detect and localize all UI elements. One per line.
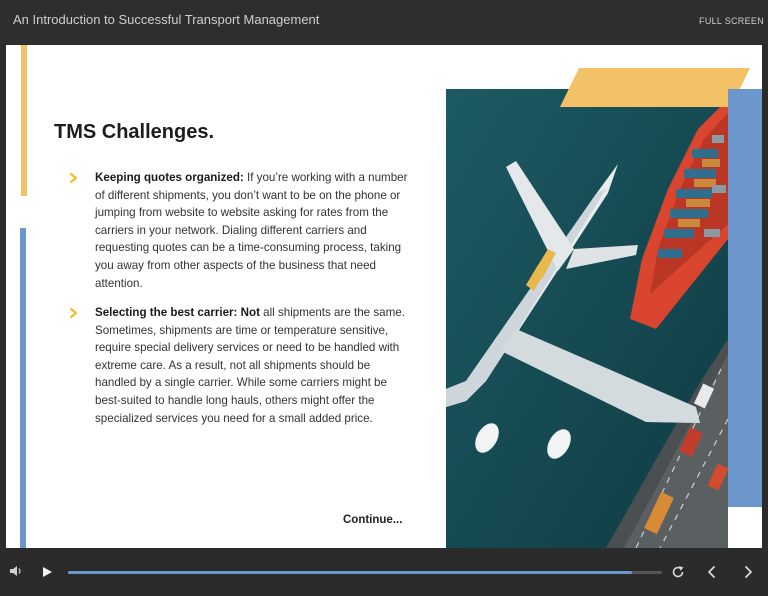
bullet-text: Keeping quotes organized: If you’re work… [95, 169, 408, 292]
volume-icon[interactable] [9, 565, 23, 577]
bullet-lead: Keeping quotes organized: [95, 171, 244, 184]
slide-canvas: TMS Challenges. Keeping quotes organized… [6, 45, 762, 548]
continue-link[interactable]: Continue... [343, 514, 402, 526]
player-controls [0, 548, 768, 596]
title-bar: An Introduction to Successful Transport … [0, 0, 768, 44]
chevron-left-icon[interactable] [706, 565, 718, 579]
decor-bar-yellow-left [21, 45, 27, 196]
slide-heading: TMS Challenges. [54, 121, 215, 143]
decor-bar-blue-right [728, 89, 762, 507]
replay-icon[interactable] [671, 565, 685, 579]
chevron-right-icon [69, 172, 78, 184]
progress-fill [68, 571, 633, 574]
chevron-right-icon[interactable] [742, 565, 754, 579]
bullet-text: Selecting the best carrier: Not all ship… [95, 304, 408, 427]
slide-photo [446, 89, 728, 548]
airplane-ship-illustration [446, 89, 728, 548]
decor-bar-yellow-top [560, 68, 750, 107]
bullet-body: If you’re working with a number of diffe… [95, 171, 408, 290]
progress-bar[interactable] [68, 571, 662, 574]
bullet-lead: Selecting the best carrier: Not [95, 306, 260, 319]
decor-bar-blue-left [20, 228, 26, 548]
chevron-right-icon [69, 307, 78, 319]
fullscreen-button[interactable]: FULL SCREEN [699, 16, 764, 26]
course-title: An Introduction to Successful Transport … [13, 12, 320, 27]
bullet-body: all shipments are the same. Sometimes, s… [95, 306, 405, 425]
play-icon[interactable] [41, 565, 53, 579]
